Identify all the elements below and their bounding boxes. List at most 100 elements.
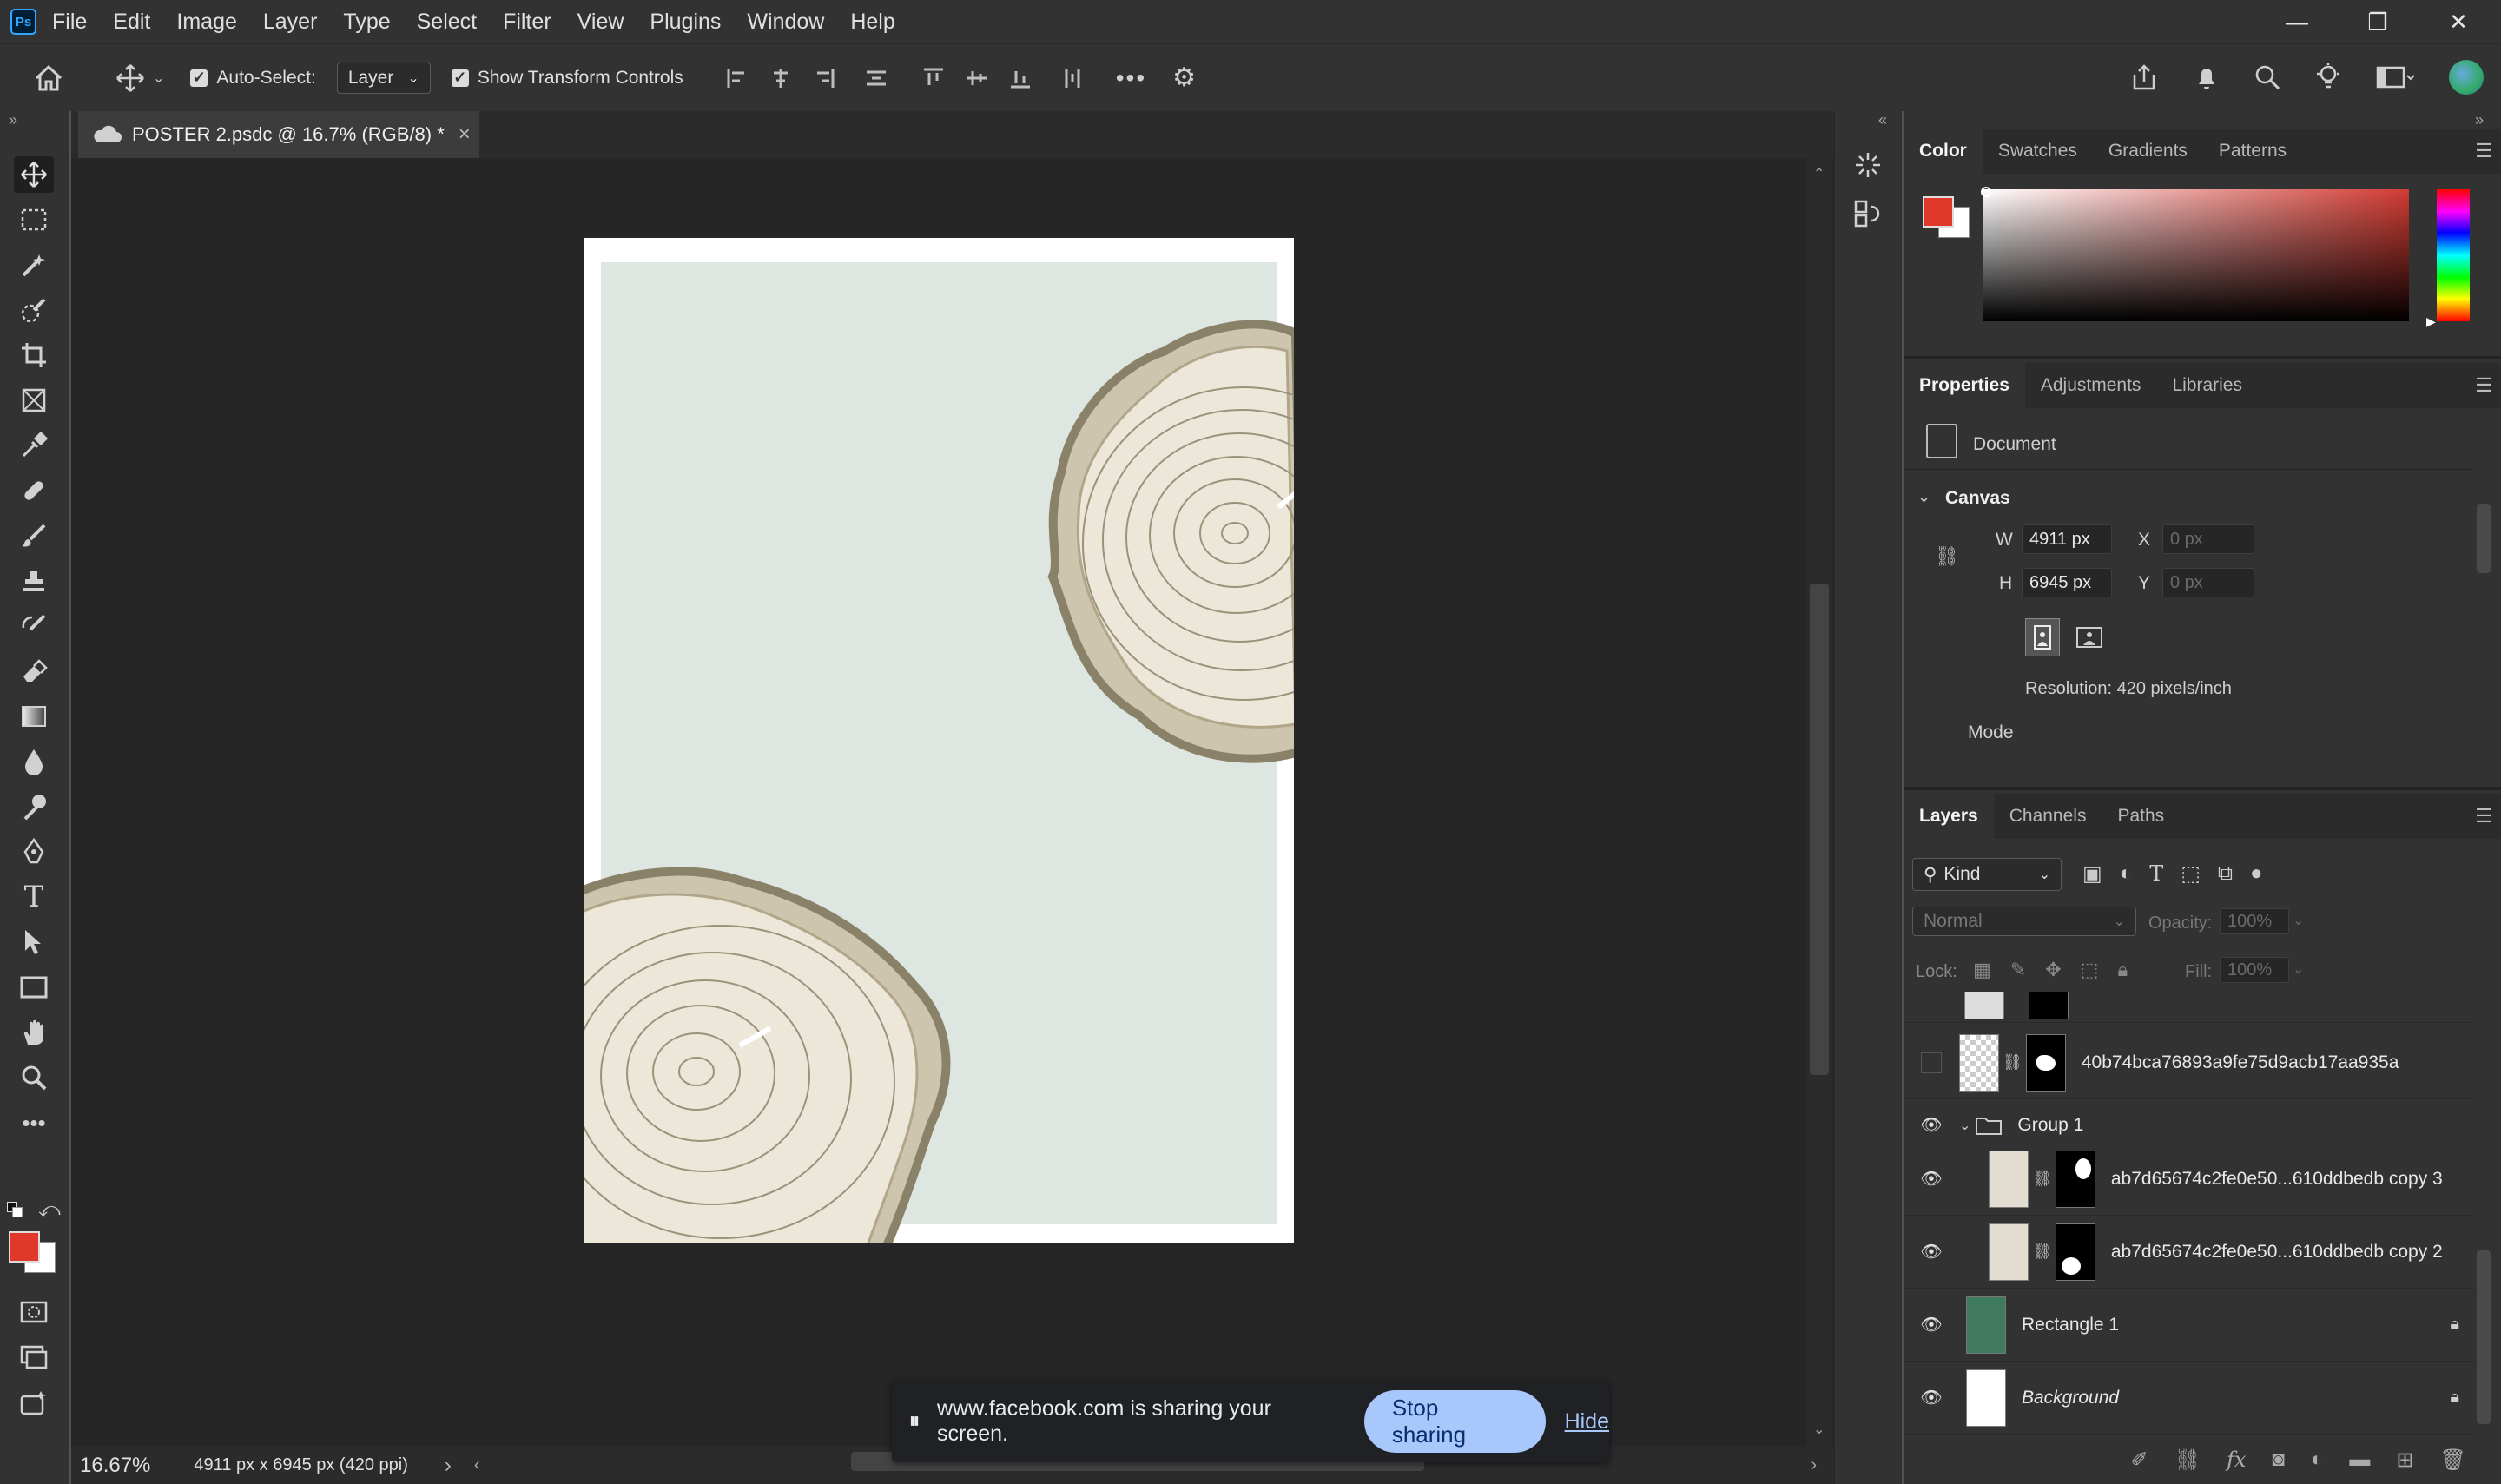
share-icon[interactable] [2129, 63, 2159, 92]
eyedropper-tool-icon[interactable] [14, 427, 54, 464]
move-tool-icon[interactable] [113, 61, 148, 96]
lock-all-icon[interactable]: 🔒︎ [2117, 959, 2128, 981]
frame-tool-icon[interactable] [14, 382, 54, 419]
quick-mask-icon[interactable] [14, 1294, 54, 1330]
lock-position-icon[interactable]: ✥ [2045, 959, 2061, 981]
tab-adjustments[interactable]: Adjustments [2025, 363, 2157, 408]
generative-icon[interactable] [14, 1384, 54, 1421]
chevron-down-icon[interactable]: ⌄ [2293, 960, 2304, 978]
healing-brush-tool-icon[interactable] [14, 472, 54, 509]
tab-channels[interactable]: Channels [1994, 794, 2102, 839]
path-selection-tool-icon[interactable] [14, 924, 54, 960]
lock-icon[interactable]: 🔒︎ [2450, 1315, 2459, 1335]
swap-colors-icon[interactable]: ⤺ [38, 1198, 61, 1223]
default-colors-icon[interactable] [7, 1202, 26, 1221]
layer-filter-dropdown[interactable]: ⚲ Kind ⌄ [1912, 858, 2062, 891]
move-tool-icon[interactable] [14, 156, 54, 193]
properties-scroll-thumb[interactable] [2477, 504, 2491, 573]
zoom-tool-icon[interactable] [14, 1059, 54, 1096]
status-menu-arrow-icon[interactable]: › [445, 1454, 452, 1478]
pixel-layer-filter-icon[interactable]: ▣ [2082, 861, 2102, 887]
tab-patterns[interactable]: Patterns [2203, 129, 2302, 174]
color-foreground-swatch[interactable] [1923, 196, 1954, 228]
tab-layers[interactable]: Layers [1904, 794, 1994, 839]
chevron-down-icon[interactable]: ⌄ [2293, 912, 2304, 929]
shape-layer-filter-icon[interactable]: ⬚ [2181, 861, 2201, 887]
layer-row[interactable]: ⛓ 40b74bca76893a9fe75d9acb17aa935a [1904, 1026, 2473, 1099]
scroll-down-arrow-icon[interactable]: ⌄ [1813, 1421, 1825, 1438]
fx-icon[interactable]: fx [2227, 1448, 2246, 1472]
color-field[interactable] [1983, 189, 2409, 321]
align-left-icon[interactable] [725, 66, 749, 90]
layer-name[interactable]: Background [2022, 1388, 2119, 1408]
marquee-tool-icon[interactable] [14, 201, 54, 238]
tab-swatches[interactable]: Swatches [1983, 129, 2093, 174]
object-selection-tool-icon[interactable] [14, 247, 54, 283]
chevron-down-icon[interactable]: ⌄ [1917, 488, 1930, 506]
opacity-field[interactable]: 100% [2220, 908, 2289, 934]
menu-type[interactable]: Type [343, 10, 390, 35]
eye-icon[interactable]: 👁︎ [1914, 1114, 1949, 1136]
scroll-up-arrow-icon[interactable]: ⌃ [1813, 165, 1825, 182]
screen-mode-icon[interactable] [14, 1339, 54, 1375]
layer-name[interactable]: Group 1 [2017, 1115, 2083, 1136]
quick-selection-tool-icon[interactable] [14, 292, 54, 328]
type-tool-icon[interactable]: T [14, 879, 54, 915]
brush-link-icon[interactable]: ✐ [2130, 1448, 2148, 1473]
eye-icon[interactable]: 👁︎ [1914, 1241, 1949, 1263]
color-panel-menu-icon[interactable]: ☰ [2475, 140, 2492, 162]
landscape-orientation-icon[interactable] [2072, 622, 2107, 653]
close-tab-icon[interactable]: × [459, 122, 471, 147]
crop-tool-icon[interactable] [14, 337, 54, 373]
clone-stamp-tool-icon[interactable] [14, 563, 54, 599]
eye-icon[interactable]: 👁︎ [1914, 1387, 1949, 1408]
libraries-panel-icon[interactable] [1852, 198, 1884, 234]
menu-plugins[interactable]: Plugins [650, 10, 721, 35]
eye-icon[interactable]: 👁︎ [1914, 1168, 1949, 1190]
eraser-tool-icon[interactable] [14, 653, 54, 689]
collapse-panels-icon[interactable]: » [2475, 111, 2484, 129]
scroll-left-arrow-icon[interactable]: ‹ [474, 1455, 480, 1475]
layer-row[interactable]: 👁︎ ⛓ ab7d65674c2fe0e50...610ddbedb copy … [1904, 1216, 2473, 1289]
partially-hidden-layer-row[interactable] [1904, 992, 2473, 1023]
dodge-tool-icon[interactable] [14, 788, 54, 825]
canvas[interactable] [584, 238, 1294, 1243]
hue-slider-marker-icon[interactable]: ▶ [2426, 314, 2436, 329]
align-top-icon[interactable] [921, 66, 946, 90]
rectangle-tool-icon[interactable] [14, 969, 54, 1006]
vertical-scrollbar-thumb[interactable] [1810, 584, 1829, 1075]
menu-filter[interactable]: Filter [503, 10, 551, 35]
hide-link[interactable]: Hide [1565, 1409, 1609, 1435]
menu-help[interactable]: Help [850, 10, 894, 35]
menu-file[interactable]: File [52, 10, 87, 35]
restore-button[interactable]: ❐ [2339, 0, 2417, 43]
menu-layer[interactable]: Layer [263, 10, 318, 35]
layer-name[interactable]: Rectangle 1 [2022, 1315, 2119, 1336]
minimize-button[interactable]: — [2258, 0, 2336, 43]
menu-select[interactable]: Select [417, 10, 477, 35]
smart-object-filter-icon[interactable]: ⧉ [2218, 861, 2233, 887]
adjustment-layer-filter-icon[interactable]: ◐ [2120, 861, 2133, 887]
trash-icon[interactable]: 🗑︎ [2440, 1448, 2466, 1473]
new-layer-icon[interactable]: ⊞ [2396, 1448, 2413, 1473]
distribute-horizontal-icon[interactable] [1060, 66, 1085, 90]
color-picker-marker[interactable] [1981, 187, 1991, 197]
portrait-orientation-icon[interactable] [2025, 618, 2060, 656]
align-middle-v-icon[interactable] [965, 66, 989, 90]
layer-name[interactable]: 40b74bca76893a9fe75d9acb17aa935a [2082, 1052, 2399, 1073]
history-brush-tool-icon[interactable] [14, 608, 54, 644]
link-constrain-icon[interactable]: ⛓ [1935, 545, 1959, 568]
menu-view[interactable]: View [577, 10, 624, 35]
chevron-down-icon[interactable]: ⌄ [1959, 1117, 1970, 1134]
add-mask-icon[interactable]: ◙ [2272, 1448, 2285, 1472]
layer-row[interactable]: 👁︎ Background 🔒︎ [1904, 1362, 2473, 1435]
bell-icon[interactable] [2194, 63, 2220, 91]
layer-name[interactable]: ab7d65674c2fe0e50...610ddbedb copy 2 [2111, 1242, 2443, 1263]
pen-tool-icon[interactable] [14, 834, 54, 870]
layers-scroll-thumb[interactable] [2477, 1250, 2491, 1424]
fill-field[interactable]: 100% [2220, 957, 2289, 983]
align-right-icon[interactable] [812, 66, 836, 90]
properties-panel-menu-icon[interactable]: ☰ [2475, 374, 2492, 397]
auto-select-target-dropdown[interactable]: Layer ⌄ [336, 62, 431, 94]
link-layers-icon[interactable]: ⛓ [2174, 1448, 2201, 1473]
